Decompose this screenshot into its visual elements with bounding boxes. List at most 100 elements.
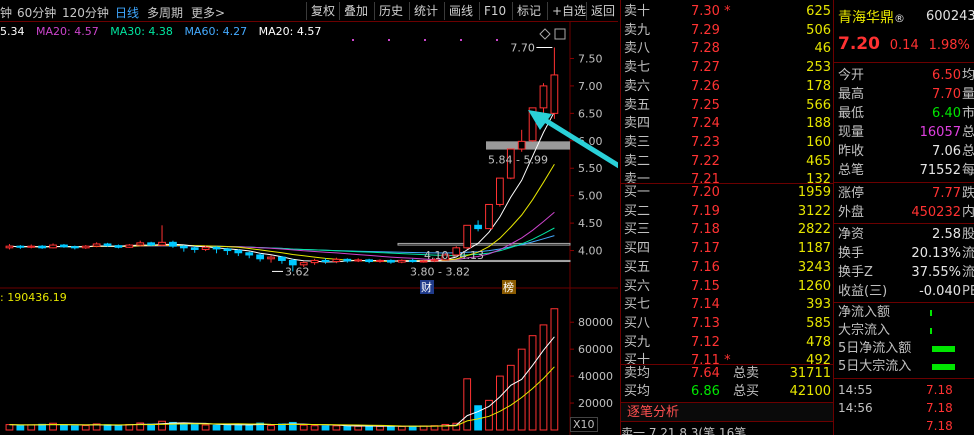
- diamond-icon: [539, 28, 551, 40]
- buy-level-label: 买四: [624, 241, 651, 257]
- period-60min-tab[interactable]: 60分钟: [17, 4, 56, 21]
- candle-body: [485, 203, 493, 230]
- capital-flow-label: 5日净流入额: [838, 341, 912, 356]
- sell-total-label: 总卖: [733, 366, 760, 381]
- candle-body: [212, 246, 221, 250]
- volume-ma10-line: [9, 366, 555, 427]
- history-button[interactable]: 历史: [374, 2, 403, 20]
- capital-flow-bar: [932, 364, 956, 370]
- restore-rights-button[interactable]: 复权: [306, 2, 335, 20]
- kline-chart[interactable]: 7.507.006.506.005.505.004.504.0080000600…: [0, 22, 618, 435]
- overlay-button[interactable]: 叠加: [339, 2, 368, 20]
- candle-body: [16, 245, 25, 248]
- candle-body: [539, 85, 548, 109]
- buy-summary-row: 买均 6.86 总买 42100: [621, 383, 833, 401]
- sell-level-volume: 253: [806, 60, 831, 76]
- sell-level-price: 7.25: [691, 97, 720, 113]
- quote-stat-cutoff-label: 均: [962, 68, 974, 83]
- candle-body: [158, 241, 166, 246]
- mark-button[interactable]: 标记: [512, 2, 541, 20]
- buy-level-price: 7.18: [691, 222, 720, 238]
- candle-body: [136, 242, 145, 246]
- limit-stat-row: 外盘 450232 内: [834, 203, 974, 222]
- sell-level-price: 7.29: [691, 22, 720, 38]
- sell-level-row: 卖六 7.26 178: [621, 78, 833, 96]
- buy-level-label: 买六: [624, 278, 651, 294]
- limit-stat-value: 450232: [911, 205, 961, 220]
- volume-bar: [158, 420, 166, 431]
- recent-tick-row: 14:56 7.18: [834, 400, 974, 416]
- tick-analysis-tab[interactable]: 逐笔分析: [621, 402, 833, 422]
- volume-tick-label: 60000: [578, 343, 613, 356]
- volume-bar: [212, 424, 221, 431]
- quote-stat-row: 总笔 71552 每: [834, 161, 974, 180]
- fundamental-stat-row: 换手 20.13% 流: [834, 244, 974, 263]
- draw-line-button[interactable]: 画线: [444, 2, 473, 20]
- candle-body: [190, 247, 199, 250]
- f10-button[interactable]: F10: [479, 2, 506, 20]
- buy-level-label: 买五: [624, 259, 651, 275]
- quote-stat-row: 最高 7.70 量: [834, 85, 974, 104]
- low-zone-label: 3.80 - 3.82: [410, 266, 470, 279]
- candle-body: [310, 259, 319, 264]
- buy-level-volume: 2822: [797, 222, 831, 238]
- sell-level-label: 卖七: [624, 60, 651, 76]
- zoom-x10-button[interactable]: X10: [570, 417, 598, 432]
- stats-button[interactable]: 统计: [409, 2, 438, 20]
- volume-tick-label: 20000: [578, 397, 613, 410]
- candle-body: [169, 241, 177, 247]
- sell-level-price: 7.22: [691, 153, 720, 169]
- support-zone-box: [397, 242, 571, 246]
- volume-bar: [70, 425, 79, 431]
- period-multi-tab[interactable]: 多周期: [147, 4, 183, 21]
- add-watchlist-button[interactable]: +自选: [547, 2, 586, 20]
- fundamental-stat-row: 换手Z 37.55% 流: [834, 263, 974, 282]
- period-more-tab[interactable]: 更多>: [191, 4, 225, 21]
- period-minute-tab[interactable]: 钟: [0, 4, 12, 21]
- maximize-icon: [554, 28, 566, 40]
- sell-level-volume: 625: [806, 4, 831, 19]
- quote-stat-cutoff-label: 市: [962, 106, 974, 121]
- price-tick-label: 6.50: [578, 107, 603, 120]
- candle-body: [27, 245, 36, 248]
- candle-body: [278, 256, 286, 261]
- buy-level-row: 买二 7.19 3122: [621, 203, 833, 221]
- back-button[interactable]: 返回: [586, 2, 615, 20]
- fundamental-stat-cutoff-label: PE: [962, 284, 974, 299]
- sell-level-price: 7.27: [691, 60, 720, 76]
- volume-bar: [81, 425, 90, 431]
- volume-bar: [179, 423, 188, 431]
- volume-bar: [354, 425, 363, 431]
- sell-level-row: 卖七 7.27 253: [621, 59, 833, 77]
- candle-body: [517, 140, 526, 150]
- sell-level-label: 卖四: [624, 116, 651, 132]
- buy-level-row: 买八 7.13 585: [621, 315, 833, 333]
- recent-tick-price: 7.18: [926, 419, 953, 433]
- sell-level-row: 卖九 7.29 506: [621, 22, 833, 40]
- stock-name: 青海华鼎®: [838, 10, 905, 26]
- sell-level-label: 卖五: [624, 97, 651, 113]
- volume-bar: [223, 424, 232, 431]
- candle-body: [147, 242, 156, 246]
- quote-stat-cutoff-label: 总: [962, 144, 974, 159]
- fundamental-stat-label: 换手: [838, 246, 865, 261]
- quote-stat-row: 现量 16057 总: [834, 123, 974, 142]
- info-divider: [834, 378, 974, 379]
- buy-level-label: 买七: [624, 297, 651, 313]
- buy-avg-label: 买均: [624, 384, 651, 399]
- capital-flow-label: 净流入额: [838, 305, 891, 320]
- volume-bar: [299, 424, 308, 431]
- sell-level-price: 7.28: [691, 41, 720, 57]
- low-price-label: 3.62: [285, 265, 310, 278]
- buy-level-row: 买五 7.16 3243: [621, 259, 833, 277]
- price-tick-label: 5.50: [578, 162, 603, 175]
- volume-tick-label: 80000: [578, 316, 613, 329]
- current-price: 7.20: [838, 34, 880, 54]
- fundamental-stat-row: 净资 2.58 股: [834, 225, 974, 244]
- period-daily-tab[interactable]: 日线: [115, 4, 139, 21]
- quote-stat-label: 最低: [838, 106, 865, 121]
- order-book: 卖十 7.30 * 625 卖九 7.29 506 卖八 7.28 46 卖七 7.27 253 卖六 7…: [620, 0, 833, 435]
- fundamental-stat-cutoff-label: 流: [962, 246, 974, 261]
- dragon-tiger-list-tag: 榜: [503, 280, 514, 294]
- period-120min-tab[interactable]: 120分钟: [62, 4, 109, 21]
